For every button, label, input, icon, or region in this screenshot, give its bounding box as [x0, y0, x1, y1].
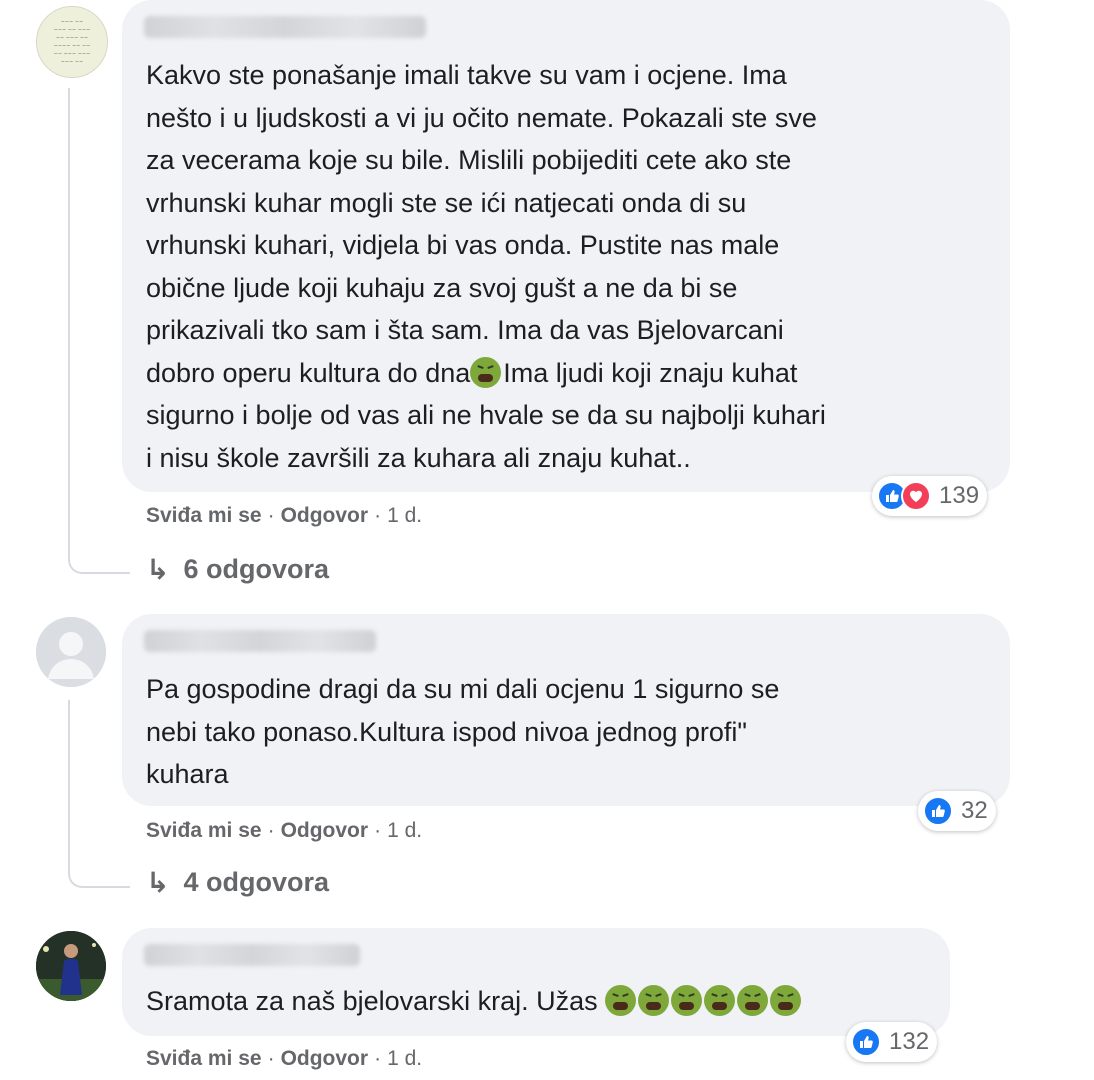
comment-actions: Sviđa mi se · Odgovor · 1 d.	[146, 504, 423, 527]
author-name-blurred[interactable]	[144, 16, 426, 38]
avatar[interactable]	[36, 617, 106, 687]
like-button[interactable]: Sviđa mi se	[146, 504, 262, 527]
timestamp[interactable]: 1 d.	[387, 819, 422, 842]
reaction-summary[interactable]: 139	[872, 476, 988, 516]
like-button[interactable]: Sviđa mi se	[146, 819, 262, 842]
comment-bubble: Kakvo ste ponašanje imali takve su vam i…	[122, 0, 1010, 492]
nauseated-face-icon	[638, 985, 670, 1016]
nauseated-face-icon	[605, 985, 637, 1016]
reply-arrow-icon: ↳	[146, 554, 170, 585]
avatar[interactable]: ~~~ ~~ ~~~ ~~ ~~~ ~~ ~~~ ~~ ~~~~ ~~ ~~ ~…	[36, 6, 108, 78]
svg-text:~~ ~~~ ~~~: ~~ ~~~ ~~~	[54, 51, 91, 57]
svg-text:~~~~ ~~ ~~: ~~~~ ~~ ~~	[54, 43, 91, 49]
reaction-count: 32	[961, 797, 988, 824]
comment-bubble: Pa gospodine dragi da su mi dali ocjenu …	[122, 614, 1010, 806]
like-icon	[851, 1027, 881, 1057]
like-button[interactable]: Sviđa mi se	[146, 1047, 262, 1070]
comment-actions: Sviđa mi se · Odgovor · 1 d.	[146, 1047, 423, 1070]
comment-text: Pa gospodine dragi da su mi dali ocjenu …	[146, 674, 780, 789]
nauseated-face-icon	[770, 985, 802, 1016]
author-name-blurred[interactable]	[144, 944, 360, 966]
nauseated-face-icon	[704, 985, 736, 1016]
comment-text: Sramota za naš bjelovarski kraj. Užas	[146, 980, 928, 1023]
avatar[interactable]	[36, 931, 106, 1001]
svg-text:~~~ ~~ ~~~: ~~~ ~~ ~~~	[54, 27, 91, 33]
reply-thread-line	[68, 700, 130, 888]
reply-arrow-icon: ↳	[146, 867, 170, 898]
reaction-summary[interactable]: 132	[846, 1022, 938, 1062]
reply-thread-line	[68, 88, 130, 574]
love-icon	[901, 481, 931, 511]
svg-text:~~ ~~~ ~~: ~~ ~~~ ~~	[56, 35, 89, 41]
view-replies-link[interactable]: ↳ 4 odgovora	[146, 866, 329, 899]
comment-text: Kakvo ste ponašanje imali takve su vam i…	[146, 60, 826, 473]
timestamp[interactable]: 1 d.	[387, 504, 422, 527]
comment-bubble: Sramota za naš bjelovarski kraj. Užas	[122, 928, 950, 1036]
reply-button[interactable]: Odgovor	[281, 504, 369, 527]
reply-button[interactable]: Odgovor	[281, 1047, 369, 1070]
reaction-count: 139	[939, 482, 980, 509]
author-name-blurred[interactable]	[144, 630, 376, 652]
nauseated-face-icon	[737, 985, 769, 1016]
like-icon	[923, 796, 953, 826]
nauseated-face-icon	[671, 985, 703, 1016]
comment-actions: Sviđa mi se · Odgovor · 1 d.	[146, 819, 423, 842]
view-replies-link[interactable]: ↳ 6 odgovora	[146, 553, 329, 586]
svg-text:~~~ ~~: ~~~ ~~	[61, 59, 84, 65]
nauseated-face-icon	[470, 356, 502, 388]
reaction-count: 132	[889, 1028, 930, 1055]
reply-button[interactable]: Odgovor	[281, 819, 369, 842]
svg-text:~~~ ~~: ~~~ ~~	[61, 19, 84, 25]
reaction-summary[interactable]: 32	[918, 791, 996, 831]
timestamp[interactable]: 1 d.	[387, 1047, 422, 1070]
